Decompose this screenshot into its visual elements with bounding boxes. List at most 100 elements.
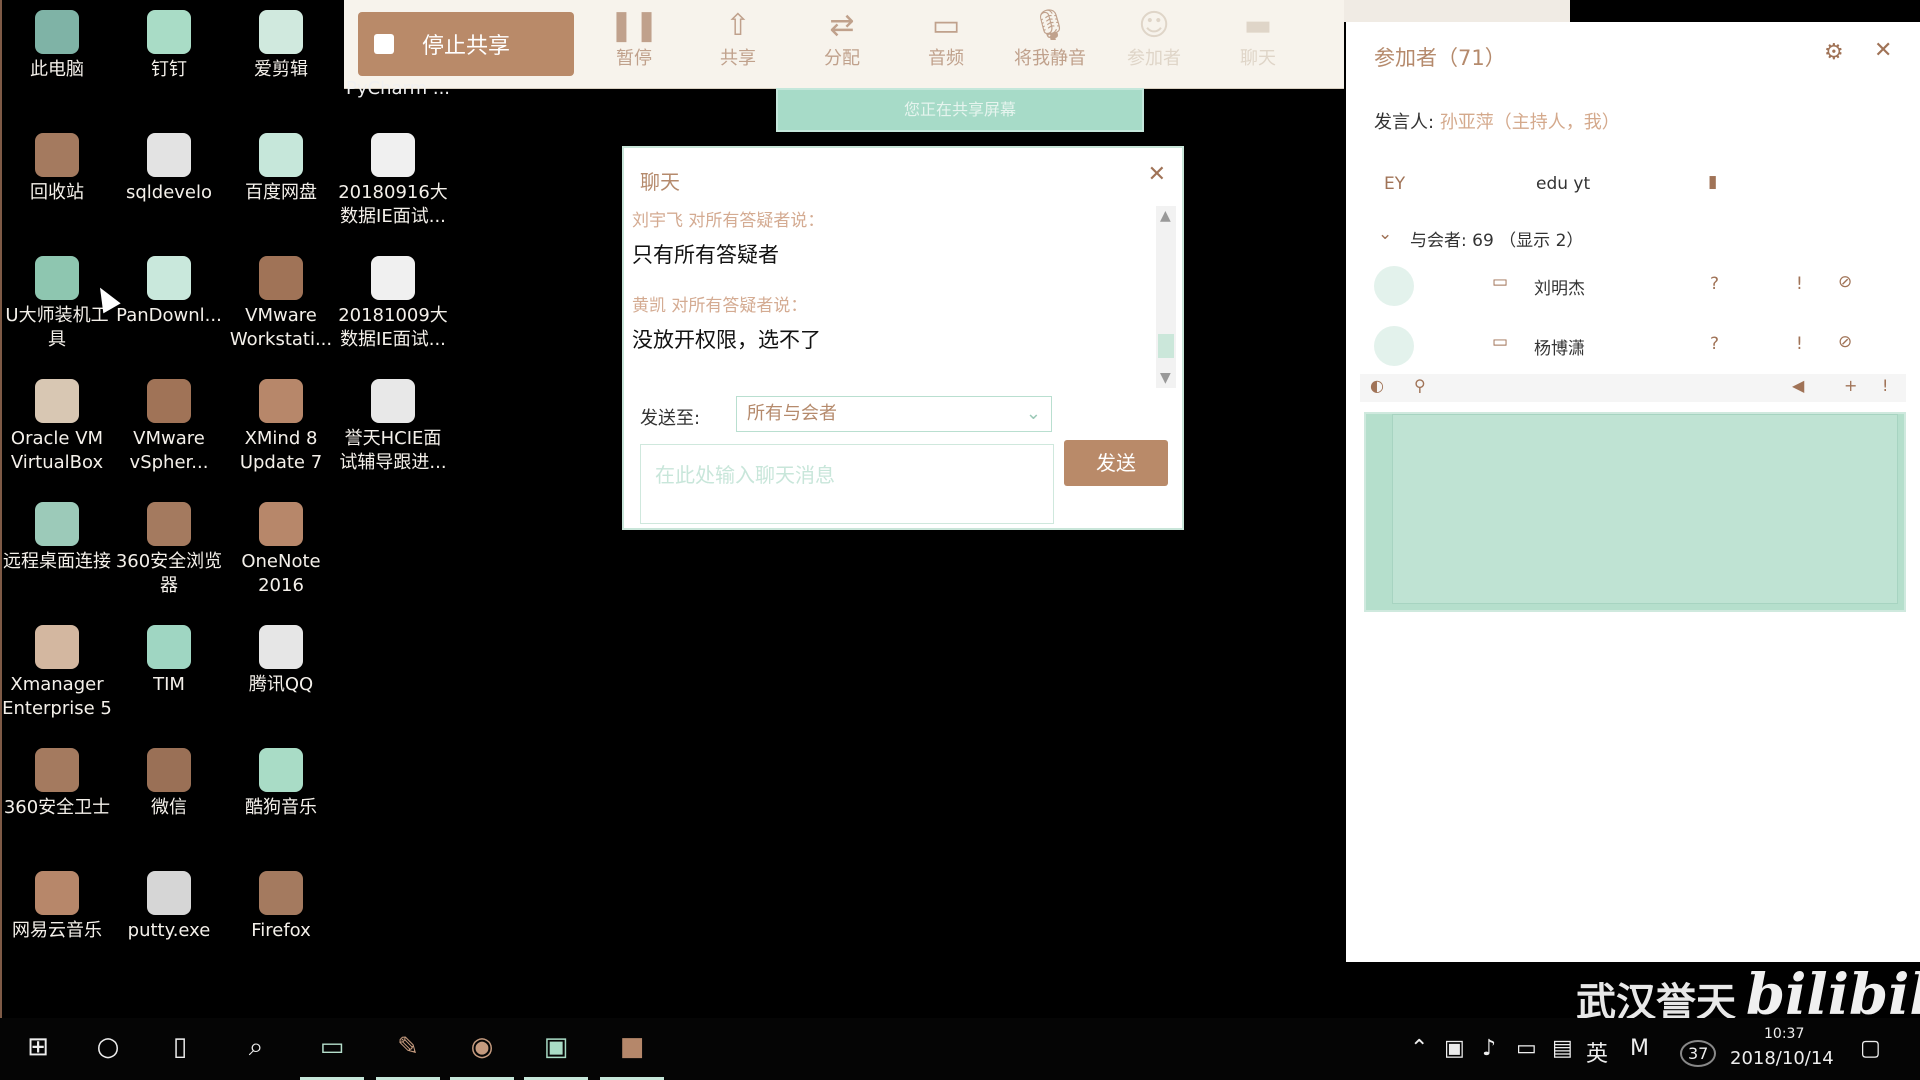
attendee-row[interactable]: ▭ 杨博潇 ? ! ⊘ bbox=[1374, 326, 1894, 366]
send-button[interactable]: 发送 bbox=[1064, 440, 1168, 486]
desktop-icon[interactable]: sqldevelo bbox=[114, 133, 224, 205]
desktop-icon-label: 20180916大数据IE面试... bbox=[338, 182, 448, 227]
megaphone-icon[interactable]: ◀ bbox=[1792, 376, 1804, 395]
editor-app-icon[interactable]: ✎ bbox=[376, 1032, 440, 1080]
desktop-icon[interactable]: Oracle VM VirtualBox bbox=[2, 379, 112, 475]
desktop-icon[interactable]: 微信 bbox=[114, 748, 224, 820]
mic-muted-icon[interactable]: ⊘ bbox=[1838, 332, 1852, 352]
desktop-icon[interactable]: TIM bbox=[114, 625, 224, 697]
assign-user-icon[interactable]: ⚲ bbox=[1414, 376, 1426, 395]
vpn-icon[interactable]: ▣ bbox=[1444, 1036, 1465, 1061]
desktop-icon[interactable]: 20180916大数据IE面试... bbox=[338, 133, 448, 229]
close-icon[interactable]: ✕ bbox=[1874, 38, 1892, 63]
browser-360-icon[interactable]: ◉ bbox=[450, 1032, 514, 1080]
app-icon bbox=[259, 625, 303, 669]
search-circle-icon[interactable]: ○ bbox=[86, 1032, 130, 1068]
status-icon[interactable]: ◐ bbox=[1370, 376, 1384, 395]
desktop-icon[interactable]: 360安全卫士 bbox=[2, 748, 112, 820]
ime-mode[interactable]: M bbox=[1630, 1036, 1649, 1061]
mic-muted-icon[interactable]: ⊘ bbox=[1838, 272, 1852, 292]
search-app-icon[interactable]: ⌕ bbox=[234, 1032, 278, 1068]
vmware-icon[interactable]: ▣ bbox=[524, 1032, 588, 1080]
chevron-up-icon[interactable]: ▲ bbox=[1160, 208, 1171, 224]
close-icon[interactable]: ✕ bbox=[1148, 162, 1166, 187]
action-center-icon[interactable]: ▢ bbox=[1860, 1036, 1881, 1061]
app-icon bbox=[35, 502, 79, 546]
stop-share-button[interactable]: 停止共享 bbox=[358, 12, 574, 76]
alert-icon[interactable]: ! bbox=[1796, 274, 1803, 294]
host-row[interactable]: EY edu yt ▮ bbox=[1374, 166, 1894, 206]
send-to-select[interactable]: 所有与会者 ⌄ bbox=[736, 396, 1052, 432]
avatar bbox=[1374, 266, 1414, 306]
toolbar-button-pause[interactable]: ❚❚ 暂停 bbox=[586, 8, 682, 80]
desktop-icon[interactable]: Firefox bbox=[226, 871, 336, 943]
chevron-down-icon[interactable]: ▼ bbox=[1160, 370, 1171, 386]
clock[interactable]: 10:37 2018/10/14 bbox=[1730, 1026, 1834, 1069]
attendee-name: 杨博潇 bbox=[1534, 339, 1585, 359]
toolbar-button-audio[interactable]: ▭ 音频 bbox=[898, 8, 994, 80]
toolbar-button-chat[interactable]: ▬ 聊天 bbox=[1210, 8, 1306, 80]
meeting-toolbar: 停止共享 ❚❚暂停⇧共享⇄分配▭音频🎙将我静音☺参加者▬聊天◎录 bbox=[344, 0, 1375, 89]
desktop-icon[interactable]: 远程桌面连接 bbox=[2, 502, 112, 574]
chat-message-head: 刘宇飞 对所有答疑者说： bbox=[632, 211, 825, 231]
desktop-icon[interactable]: 回收站 bbox=[2, 133, 112, 205]
speaker-line: 发言人: 孙亚萍（主持人，我） bbox=[1374, 108, 1620, 134]
video-frame bbox=[1392, 414, 1898, 604]
battery-icon[interactable]: ▭ bbox=[1516, 1036, 1537, 1061]
chat-input[interactable]: 在此处输入聊天消息 bbox=[640, 444, 1054, 524]
desktop-icon[interactable]: 爱剪辑 bbox=[226, 10, 336, 82]
chevron-down-icon[interactable]: ⌄ bbox=[1378, 224, 1392, 244]
desktop-icon[interactable]: Xmanager Enterprise 5 bbox=[2, 625, 112, 721]
app-icon bbox=[35, 625, 79, 669]
question-icon[interactable]: ? bbox=[1710, 274, 1719, 294]
desktop-icon[interactable]: OneNote 2016 bbox=[226, 502, 336, 598]
toolbar-button-label: 参加者 bbox=[1127, 48, 1181, 69]
add-user-icon[interactable]: + bbox=[1844, 376, 1857, 395]
attendee-row[interactable]: ▭ 刘明杰 ? ! ⊘ bbox=[1374, 266, 1894, 306]
desktop-icon[interactable]: XMind 8 Update 7 bbox=[226, 379, 336, 475]
desktop-icon[interactable]: 誉天HCIE面试辅导跟进... bbox=[338, 379, 448, 475]
chat-scrollbar[interactable]: ▲ ▼ bbox=[1156, 206, 1176, 388]
toolbar-button-share[interactable]: ⇧ 共享 bbox=[690, 8, 786, 80]
question-icon[interactable]: ? bbox=[1710, 334, 1719, 354]
desktop-icon[interactable]: 腾讯QQ bbox=[226, 625, 336, 697]
desktop-icon[interactable]: 百度网盘 bbox=[226, 133, 336, 205]
gear-icon[interactable]: ⚙ bbox=[1824, 40, 1844, 65]
attendees-group[interactable]: ⌄ 与会者: 69 （显示 2） bbox=[1374, 218, 1894, 258]
task-view-icon[interactable]: ▯ bbox=[158, 1032, 202, 1068]
app-icon bbox=[259, 379, 303, 423]
desktop-icon[interactable]: 网易云音乐 bbox=[2, 871, 112, 943]
desktop-icon-label: 百度网盘 bbox=[245, 182, 317, 203]
input-language[interactable]: 英 bbox=[1586, 1036, 1608, 1068]
scroll-thumb[interactable] bbox=[1158, 334, 1174, 358]
desktop-icon[interactable]: 此电脑 bbox=[2, 10, 112, 82]
desktop-icon[interactable]: 钉钉 bbox=[114, 10, 224, 82]
notification-count-badge[interactable]: 37 bbox=[1680, 1040, 1717, 1067]
desktop-icon[interactable]: 360安全浏览器 bbox=[114, 502, 224, 598]
network-icon[interactable]: ▤ bbox=[1552, 1036, 1573, 1061]
desktop-icon-label: 20181009大数据IE面试... bbox=[338, 305, 448, 350]
desktop-icon-label: 钉钉 bbox=[151, 59, 187, 80]
desktop-icon[interactable]: U大师装机工具 bbox=[2, 256, 112, 352]
desktop-icon[interactable]: PanDownl... bbox=[114, 256, 224, 328]
sticky-notes-icon[interactable]: ■ bbox=[600, 1032, 664, 1080]
alert-icon[interactable]: ! bbox=[1796, 334, 1803, 354]
volume-icon[interactable]: ♪ bbox=[1482, 1036, 1496, 1061]
participants-icon: ☺ bbox=[1138, 8, 1170, 43]
toolbar-button-assign[interactable]: ⇄ 分配 bbox=[794, 8, 890, 80]
toolbar-button-mute-me[interactable]: 🎙 将我静音 bbox=[1002, 8, 1098, 80]
file-explorer-icon[interactable]: ▭ bbox=[300, 1032, 364, 1080]
desktop-icon-label: XMind 8 Update 7 bbox=[239, 428, 323, 473]
windows-start-icon[interactable]: ⊞ bbox=[16, 1032, 60, 1068]
desktop-icon[interactable]: 20181009大数据IE面试... bbox=[338, 256, 448, 352]
assign-icon: ⇄ bbox=[829, 8, 855, 43]
toolbar-button-label: 共享 bbox=[720, 48, 756, 69]
desktop-icon[interactable]: 酷狗音乐 bbox=[226, 748, 336, 820]
chevron-up-icon[interactable]: ⌃ bbox=[1410, 1036, 1428, 1061]
desktop-icon[interactable]: VMware Workstati... bbox=[226, 256, 336, 352]
desktop-icon[interactable]: putty.exe bbox=[114, 871, 224, 943]
alert-icon[interactable]: ! bbox=[1882, 376, 1888, 395]
toolbar-button-participants[interactable]: ☺ 参加者 bbox=[1106, 8, 1202, 80]
desktop-icon[interactable]: VMware vSpher... bbox=[114, 379, 224, 475]
desktop-icon-label: putty.exe bbox=[127, 920, 211, 941]
